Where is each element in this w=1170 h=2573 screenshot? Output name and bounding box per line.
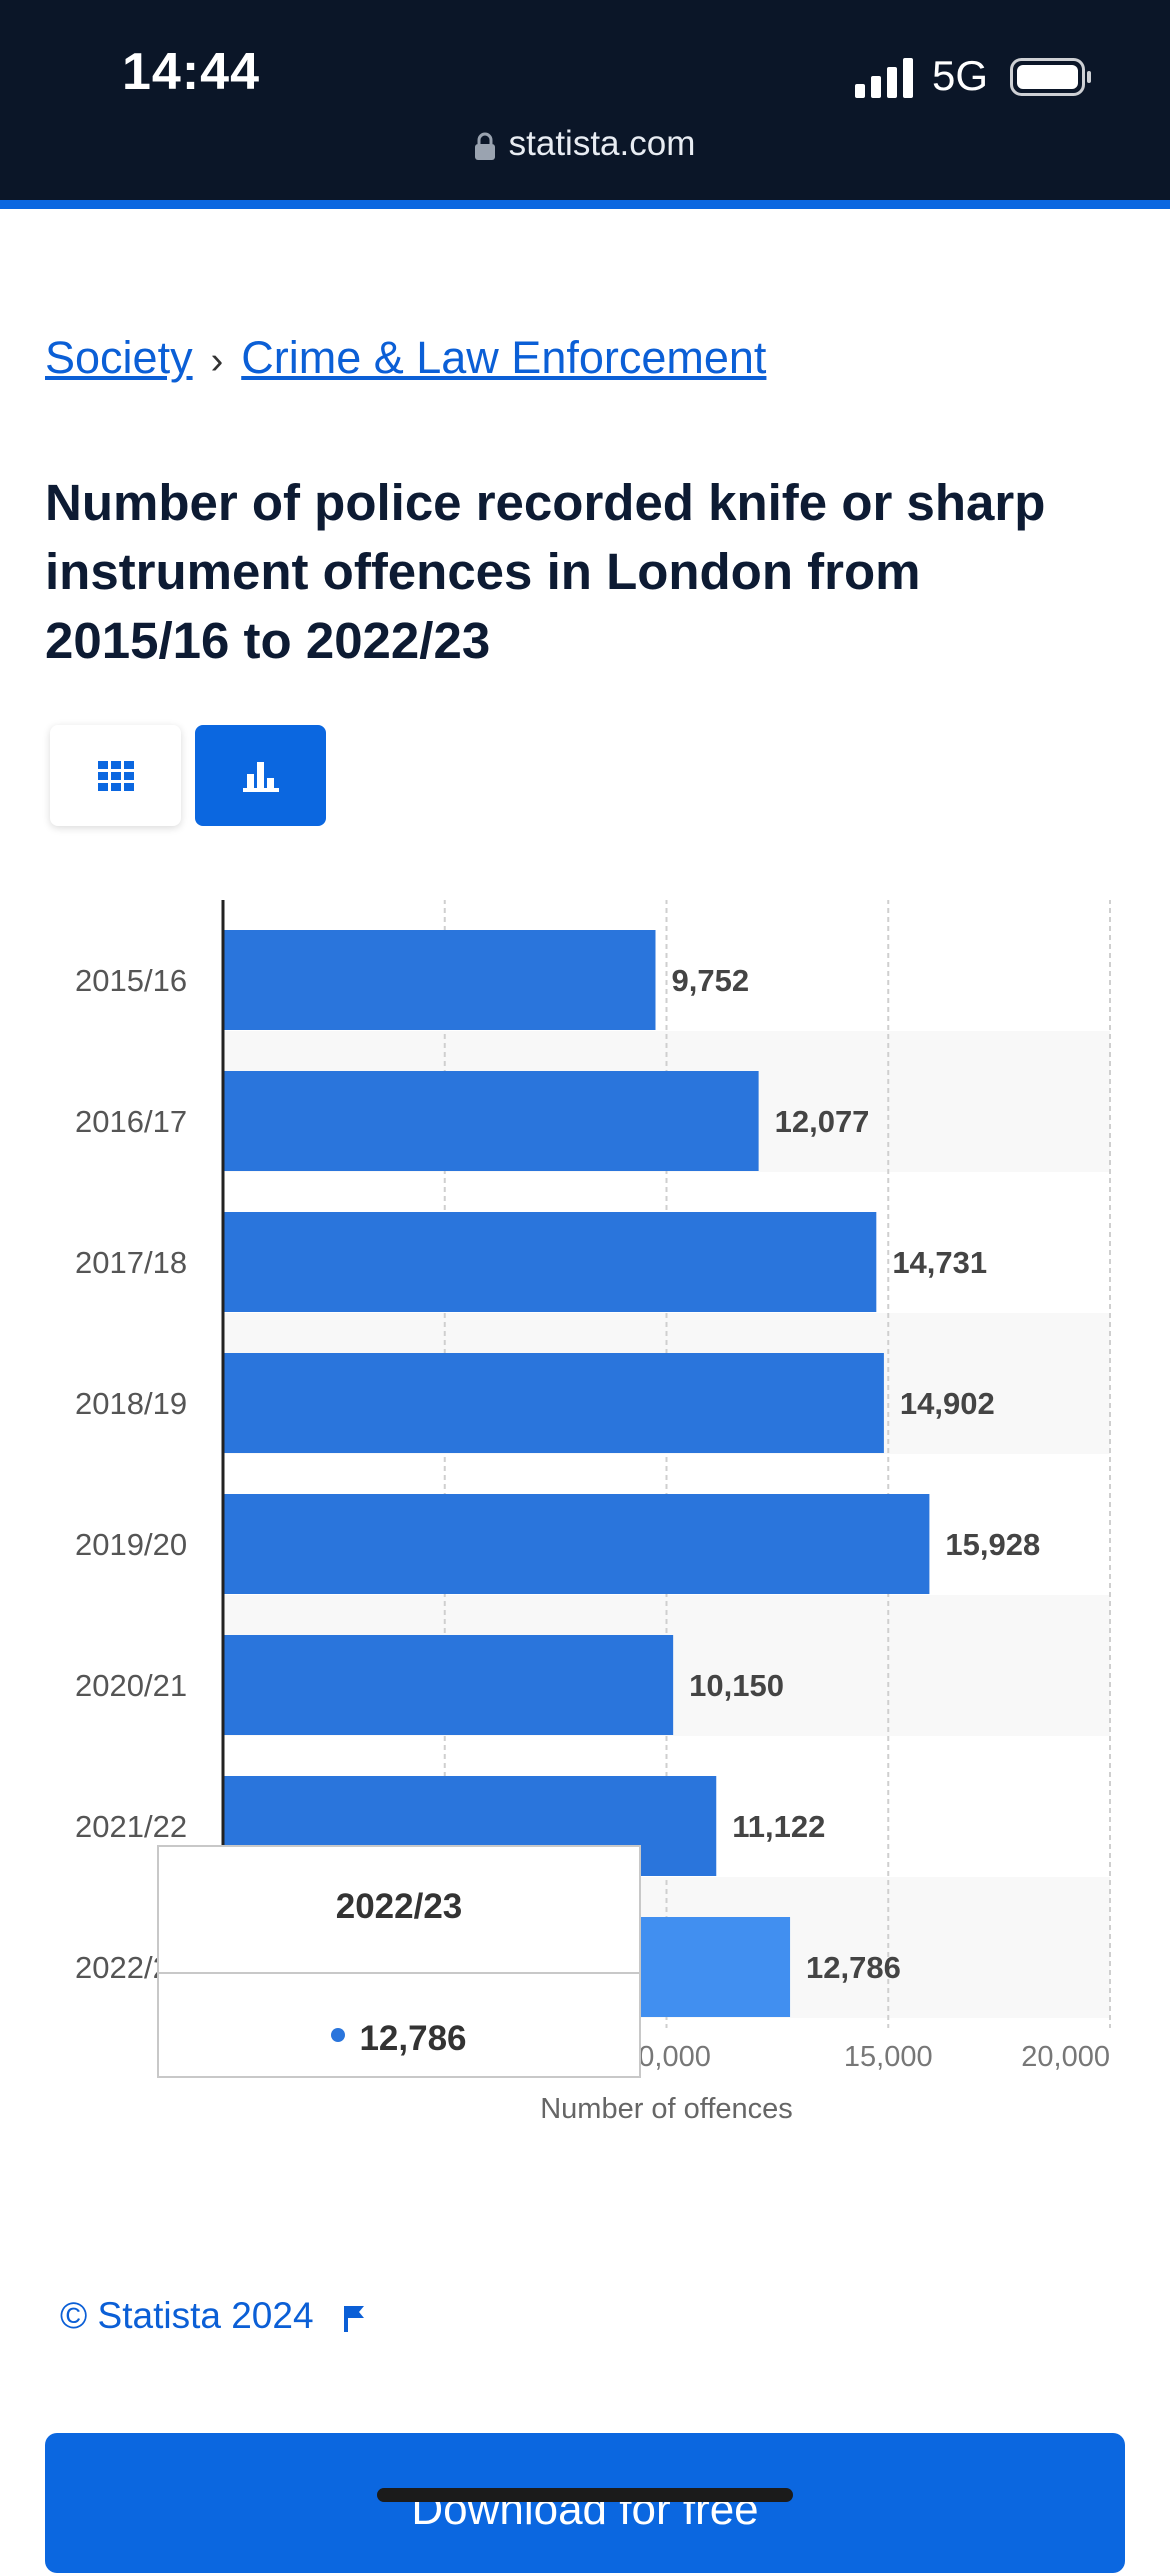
breadcrumb-link-society[interactable]: Society xyxy=(45,332,193,383)
table-grid-icon xyxy=(97,760,134,791)
bar[interactable] xyxy=(223,930,656,1030)
category-label: 2017/18 xyxy=(75,1245,187,1280)
category-label: 2020/21 xyxy=(75,1668,187,1703)
tick-label: 15,000 xyxy=(844,2041,933,2073)
breadcrumb-link-crime-law[interactable]: Crime & Law Enforcement xyxy=(241,332,766,383)
page-title: Number of police recorded knife or sharp… xyxy=(45,474,1046,669)
tooltip-value: 12,786 xyxy=(359,2019,467,2058)
chart-tooltip: 2022/23 12,786 xyxy=(157,1845,641,2078)
value-label: 10,150 xyxy=(689,1668,784,1703)
bar[interactable] xyxy=(223,1353,884,1453)
bar[interactable] xyxy=(223,1494,930,1594)
value-label: 9,752 xyxy=(672,963,750,998)
bar[interactable] xyxy=(223,1071,759,1171)
bar[interactable] xyxy=(223,1635,674,1735)
value-label: 15,928 xyxy=(945,1527,1040,1562)
category-label: 2018/19 xyxy=(75,1386,187,1421)
value-label: 12,077 xyxy=(775,1104,870,1139)
download-button[interactable]: Download for free xyxy=(45,2433,1125,2573)
value-label: 14,731 xyxy=(892,1245,987,1280)
network-type: 5G xyxy=(932,52,989,99)
copyright-text: © Statista 2024 xyxy=(60,2295,314,2336)
lock-icon xyxy=(474,132,495,160)
value-label: 14,902 xyxy=(900,1386,995,1421)
breadcrumb-separator: › xyxy=(210,340,224,382)
category-label: 2019/20 xyxy=(75,1527,187,1562)
chart-view-button[interactable] xyxy=(195,725,326,826)
category-label: 2021/22 xyxy=(75,1809,187,1844)
x-axis-title: Number of offences xyxy=(540,2093,793,2125)
series-dot-icon xyxy=(331,2027,346,2042)
tooltip-value-row: 12,786 xyxy=(159,2019,639,2059)
tooltip-divider xyxy=(159,1972,639,1974)
tooltip-category: 2022/23 xyxy=(335,1887,463,1926)
copyright-link[interactable]: © Statista 2024 xyxy=(60,2295,366,2337)
value-label: 12,786 xyxy=(806,1950,901,1985)
header-accent-line xyxy=(0,200,1170,209)
home-indicator xyxy=(377,2488,793,2502)
status-bar: 14:44 5G statista.com xyxy=(0,0,1170,200)
table-view-button[interactable] xyxy=(50,725,181,826)
bar[interactable] xyxy=(223,1212,877,1312)
signal-strength-icon xyxy=(855,58,913,98)
breadcrumb: Society › Crime & Law Enforcement xyxy=(45,332,766,384)
flag-icon[interactable] xyxy=(343,2304,366,2333)
clock: 14:44 xyxy=(122,43,260,101)
bar-chart-icon xyxy=(242,761,279,792)
battery-icon xyxy=(1010,58,1091,96)
category-label: 2015/16 xyxy=(75,963,187,998)
url-text: statista.com xyxy=(508,124,696,163)
value-label: 11,122 xyxy=(732,1809,825,1844)
address-bar[interactable]: statista.com xyxy=(0,124,1170,164)
tick-label: 20,000 xyxy=(1021,2041,1110,2073)
category-label: 2016/17 xyxy=(75,1104,187,1139)
